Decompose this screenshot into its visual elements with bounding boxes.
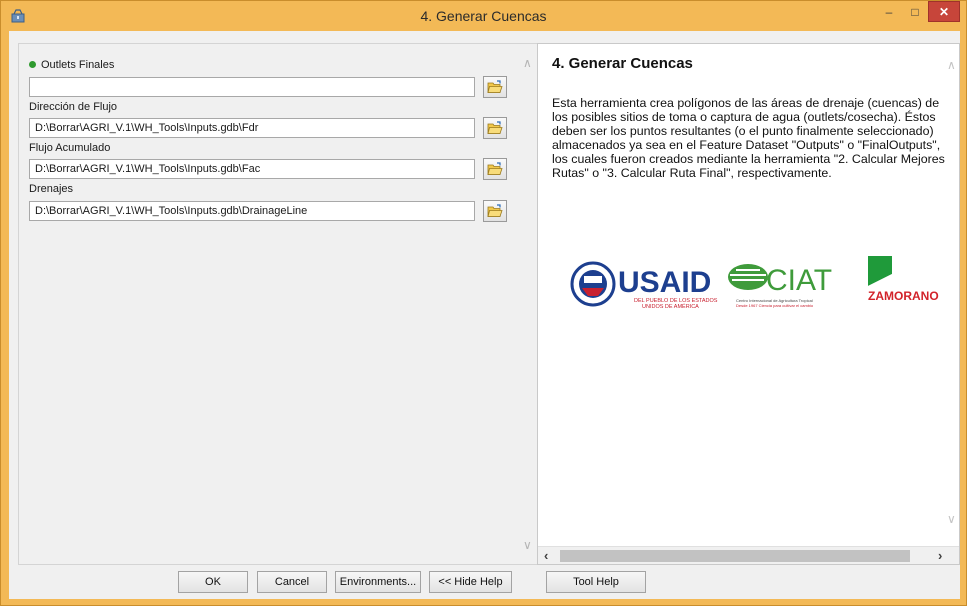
scroll-down-icon[interactable]: ∨	[523, 538, 532, 552]
outlets-finales-input[interactable]	[29, 77, 475, 97]
required-dot-icon	[29, 61, 36, 68]
partner-logos: USAID DEL PUEBLO DE LOS ESTADOS UNIDOS D…	[570, 256, 939, 310]
param-label-text: Outlets Finales	[41, 59, 115, 71]
horizontal-scroll-thumb[interactable]	[560, 550, 910, 562]
maximize-icon: □	[911, 4, 919, 19]
help-horizontal-scrollbar[interactable]: ‹ ›	[538, 546, 959, 564]
direccion-flujo-input[interactable]: D:\Borrar\AGRI_V.1\WH_Tools\Inputs.gdb\F…	[29, 118, 475, 138]
open-folder-icon	[487, 80, 503, 93]
tool-help-button[interactable]: Tool Help	[546, 571, 646, 593]
ciat-subtitle-2: Desde 1967 Ciencia para cultivar el camb…	[736, 303, 814, 308]
dialog-client-area: Outlets Finales Dirección de Flujo D:\Bo…	[9, 31, 960, 599]
zamorano-wordmark: ZAMORANO	[868, 289, 939, 303]
flujo-acumulado-input[interactable]: D:\Borrar\AGRI_V.1\WH_Tools\Inputs.gdb\F…	[29, 159, 475, 179]
scroll-right-icon[interactable]: ›	[938, 548, 942, 563]
ciat-logo: CIAT Centro Internacional de Agricultura…	[728, 264, 832, 308]
scroll-down-icon[interactable]: ∨	[947, 512, 956, 526]
param-label-flujo-acumulado: Flujo Acumulado	[29, 142, 111, 154]
environments-button[interactable]: Environments...	[335, 571, 421, 593]
parameters-scrollbar[interactable]: ∧ ∨	[519, 44, 537, 564]
tool-dialog-window: 4. Generar Cuencas – □ ✕ Outlets Finales…	[0, 0, 967, 606]
browse-outlets-button[interactable]	[483, 76, 507, 98]
browse-flujo-acumulado-button[interactable]	[483, 158, 507, 180]
ok-button[interactable]: OK	[178, 571, 248, 593]
drenajes-input[interactable]: D:\Borrar\AGRI_V.1\WH_Tools\Inputs.gdb\D…	[29, 201, 475, 221]
open-folder-icon	[487, 162, 503, 175]
browse-drenajes-button[interactable]	[483, 200, 507, 222]
help-pane: 4. Generar Cuencas Esta herramienta crea…	[537, 43, 960, 565]
minimize-button[interactable]: –	[876, 1, 902, 22]
open-folder-icon	[487, 204, 503, 217]
scroll-up-icon[interactable]: ∧	[523, 56, 532, 70]
maximize-button[interactable]: □	[902, 1, 928, 22]
parameters-pane: Outlets Finales Dirección de Flujo D:\Bo…	[18, 43, 538, 565]
help-vertical-scrollbar[interactable]: ∧ ∨	[943, 44, 959, 544]
open-folder-icon	[487, 121, 503, 134]
scroll-left-icon[interactable]: ‹	[544, 548, 548, 563]
param-label-outlets: Outlets Finales	[29, 59, 114, 71]
close-icon: ✕	[938, 4, 950, 19]
zamorano-logo: ZAMORANO	[868, 256, 939, 303]
minimize-icon: –	[885, 4, 893, 19]
scroll-up-icon[interactable]: ∧	[947, 58, 956, 72]
hide-help-button[interactable]: << Hide Help	[429, 571, 512, 593]
help-title: 4. Generar Cuencas	[552, 55, 693, 72]
title-bar[interactable]: 4. Generar Cuencas – □ ✕	[1, 1, 966, 31]
usaid-subtitle-2: UNIDOS DE AMÉRICA	[642, 303, 699, 310]
help-description: Esta herramienta crea polígonos de las á…	[552, 96, 945, 180]
usaid-logo: USAID DEL PUEBLO DE LOS ESTADOS UNIDOS D…	[570, 261, 718, 310]
browse-direccion-button[interactable]	[483, 117, 507, 139]
window-title: 4. Generar Cuencas	[420, 8, 547, 24]
param-label-drenajes: Drenajes	[29, 183, 74, 195]
cancel-button[interactable]: Cancel	[257, 571, 327, 593]
param-label-direccion: Dirección de Flujo	[29, 101, 118, 113]
usaid-wordmark: USAID	[618, 266, 711, 299]
close-button[interactable]: ✕	[928, 1, 960, 22]
ciat-wordmark: CIAT	[766, 264, 832, 297]
